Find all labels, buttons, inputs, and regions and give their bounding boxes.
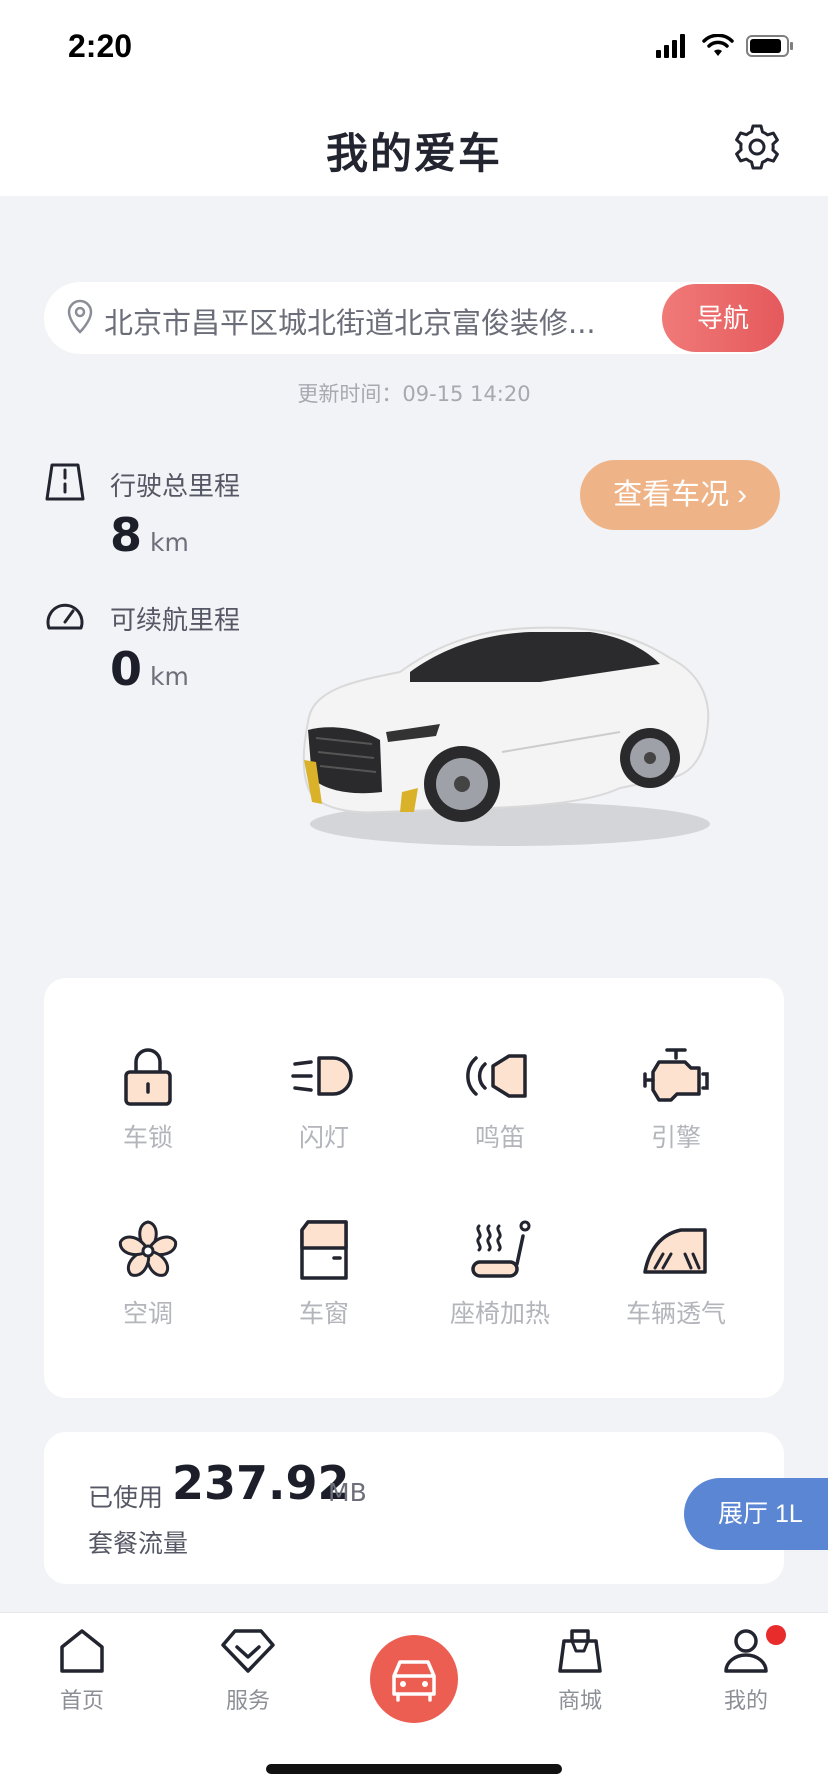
data-used-prefix: 已使用 (88, 1483, 164, 1512)
horn-icon (466, 1054, 527, 1098)
home-icon (60, 1629, 104, 1673)
signal-icon (656, 34, 685, 58)
range-mileage-value: 0 (110, 642, 143, 696)
control-label: 空调 (122, 1299, 173, 1328)
home-indicator (266, 1764, 562, 1774)
ventilation-icon (643, 1228, 707, 1274)
total-mileage-label: 行驶总里程 (110, 472, 241, 502)
tab-service[interactable]: 服务 (188, 1627, 308, 1715)
headlight-icon (291, 1056, 353, 1096)
update-time-label: 更新时间： (297, 382, 403, 406)
data-plan-label: 套餐流量 (88, 1529, 189, 1558)
control-horn[interactable]: 鸣笛 (430, 1044, 570, 1154)
range-mileage-unit: km (150, 662, 189, 691)
data-used-unit: MB (328, 1478, 367, 1507)
location-bar[interactable]: 北京市昌平区城北街道北京富俊装修... 导航 (44, 282, 784, 354)
tab-profile[interactable]: 我的 (686, 1625, 806, 1715)
road-icon (45, 463, 85, 501)
total-mileage-unit: km (150, 528, 189, 557)
status-icons (656, 34, 794, 58)
user-icon (724, 1629, 768, 1673)
data-usage-card: 已使用 237.92 MB 套餐流量 (44, 1432, 784, 1584)
showroom-button[interactable]: 展厅 1L (684, 1478, 828, 1550)
control-engine[interactable]: 引擎 (606, 1044, 746, 1154)
tab-label: 服务 (225, 1689, 270, 1714)
tab-my-car[interactable] (370, 1635, 458, 1723)
bag-icon (558, 1629, 602, 1673)
lock-icon (124, 1048, 172, 1106)
tab-label: 首页 (59, 1689, 104, 1714)
control-label: 车窗 (298, 1299, 349, 1328)
seat-heat-icon (471, 1220, 531, 1278)
car-image (290, 612, 730, 862)
engine-icon (643, 1048, 709, 1102)
range-mileage-label: 可续航里程 (110, 606, 241, 636)
settings-button[interactable] (732, 122, 782, 172)
fan-icon (118, 1220, 178, 1277)
tab-home[interactable]: 首页 (22, 1627, 142, 1715)
control-label: 鸣笛 (474, 1123, 525, 1152)
control-label: 引擎 (650, 1123, 701, 1152)
status-time: 2:20 (68, 28, 133, 64)
tab-mall[interactable]: 商城 (520, 1627, 640, 1715)
header: 我的爱车 (0, 96, 828, 196)
status-bar: 2:20 (0, 0, 828, 96)
view-vehicle-status-button[interactable]: 查看车况 › (580, 460, 780, 530)
control-label: 车辆透气 (625, 1299, 726, 1328)
tab-label: 我的 (723, 1689, 768, 1714)
location-pin-icon (67, 299, 93, 334)
navigate-button[interactable]: 导航 (662, 284, 784, 352)
wifi-icon (702, 34, 734, 56)
notification-badge (766, 1625, 786, 1645)
control-label: 闪灯 (298, 1123, 349, 1152)
total-mileage-value: 8 (110, 508, 143, 562)
update-time-value: 09-15 14:20 (402, 382, 531, 406)
diamond-icon (221, 1629, 275, 1673)
control-ventilation[interactable]: 车辆透气 (606, 1218, 746, 1330)
control-lock[interactable]: 车锁 (78, 1044, 218, 1154)
page-title: 我的爱车 (325, 129, 502, 178)
control-ac[interactable]: 空调 (78, 1218, 218, 1330)
speedometer-icon (46, 603, 84, 630)
update-time: 更新时间：09-15 14:20 (0, 378, 828, 408)
gear-icon (735, 124, 779, 170)
control-window[interactable]: 车窗 (254, 1218, 394, 1330)
window-icon (300, 1220, 348, 1280)
tab-label: 商城 (557, 1689, 602, 1714)
control-label: 车锁 (122, 1123, 173, 1152)
control-seat-heat[interactable]: 座椅加热 (430, 1218, 570, 1330)
remote-control-card: 车锁 闪灯 鸣笛 引擎 空调 车窗 座椅加热 车辆透气 (44, 978, 784, 1398)
car-icon (392, 1660, 436, 1702)
control-flash[interactable]: 闪灯 (254, 1044, 394, 1154)
data-used-value: 237.92 (172, 1456, 350, 1510)
control-label: 座椅加热 (449, 1299, 550, 1328)
location-address: 北京市昌平区城北街道北京富俊装修... (104, 306, 596, 340)
battery-icon (746, 35, 793, 57)
